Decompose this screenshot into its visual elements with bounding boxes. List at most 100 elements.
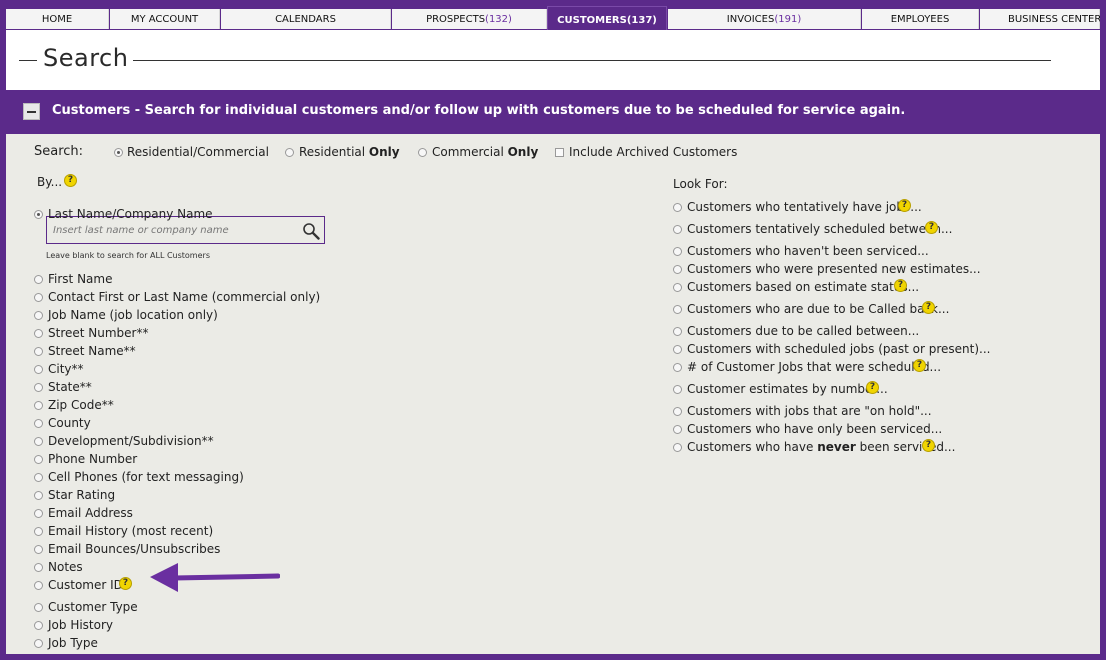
look-for-radio-of-customer-jobs-that-were-scheduled[interactable] [673, 363, 682, 372]
look-for-radio-customers-who-were-presented-new-estimates[interactable] [673, 265, 682, 274]
radio-residential-only-label: Residential Only [299, 145, 400, 159]
look-for-radio-customers-with-jobs-that-are-on-hold[interactable] [673, 407, 682, 416]
by-radio-development-subdivision[interactable] [34, 437, 43, 446]
tab-label: INVOICES [726, 13, 775, 25]
tab-calendars[interactable]: CALENDARS [221, 9, 391, 29]
by-option-label: Email Address [48, 506, 133, 520]
by-radio-phone-number[interactable] [34, 455, 43, 464]
look-for-radio-customer-estimates-by-number[interactable] [673, 385, 682, 394]
by-radio-notes[interactable] [34, 563, 43, 572]
by-radio-first-name[interactable] [34, 275, 43, 284]
radio-commercial-only-label: Commercial Only [432, 145, 539, 159]
look-for-radio-customers-with-scheduled-jobs-past-or-present[interactable] [673, 345, 682, 354]
by-option-label: State** [48, 380, 92, 394]
include-archived-checkbox[interactable] [555, 148, 564, 157]
title-rule-right [133, 60, 1051, 61]
by-option-label: Last Name/Company Name [48, 207, 213, 221]
search-icon[interactable] [302, 222, 320, 240]
by-option-label: Job Name (job location only) [48, 308, 218, 322]
by-radio-customer-type[interactable] [34, 603, 43, 612]
by-option-label: Job History [48, 618, 114, 632]
tab-invoices[interactable]: INVOICES (191) [668, 9, 861, 29]
tab-business-center[interactable]: BUSINESS CENTER [980, 9, 1100, 29]
look-for-radio-customers-based-on-estimate-status[interactable] [673, 283, 682, 292]
by-radio-city[interactable] [34, 365, 43, 374]
look-for-option-label: Customers who have only been serviced... [687, 422, 943, 436]
by-radio-email-history-most-recent[interactable] [34, 527, 43, 536]
look-for-help-icon[interactable]: ? [866, 381, 879, 394]
tab-label: BUSINESS CENTER [1008, 13, 1100, 25]
by-radio-county[interactable] [34, 419, 43, 428]
look-for-option-label: Customers based on estimate status... [687, 280, 920, 294]
by-radio-contact-first-or-last-name-commercial-only[interactable] [34, 293, 43, 302]
radio-residential-commercial[interactable] [114, 148, 123, 157]
by-option-label: Star Rating [48, 488, 116, 502]
tab-my-account[interactable]: MY ACCOUNT [110, 9, 220, 29]
by-radio-job-name-job-location-only[interactable] [34, 311, 43, 320]
tab-prospects[interactable]: PROSPECTS (132) [392, 9, 547, 29]
tab-label: CUSTOMERS [557, 15, 627, 26]
by-option-label: Street Name** [48, 344, 136, 358]
collapse-section-button[interactable] [23, 103, 40, 120]
by-radio-job-history[interactable] [34, 621, 43, 630]
look-for-option-label: Customers tentatively scheduled between.… [687, 222, 953, 236]
look-for-help-icon[interactable]: ? [922, 301, 935, 314]
annotation-arrow-icon [150, 563, 280, 592]
look-for-help-icon[interactable]: ? [898, 199, 911, 212]
look-for-help-icon[interactable]: ? [894, 279, 907, 292]
by-option-label: Job Type [48, 636, 98, 650]
by-radio-email-bounces-unsubscribes[interactable] [34, 545, 43, 554]
customers-section-banner: Customers - Search for individual custom… [6, 90, 1100, 134]
look-for-option-label: Customer estimates by number... [687, 382, 888, 396]
look-for-radio-customers-who-are-due-to-be-called-back[interactable] [673, 305, 682, 314]
by-radio-customer-id[interactable] [34, 581, 43, 590]
look-for-radio-customers-who-have-never-been-serviced[interactable] [673, 443, 682, 452]
look-for-option-label: Customers who were presented new estimat… [687, 262, 981, 276]
tab-label: EMPLOYEES [890, 13, 950, 25]
by-option-label: Street Number** [48, 326, 149, 340]
look-for-help-icon[interactable]: ? [922, 439, 935, 452]
search-header: Search [6, 30, 1100, 90]
by-radio-state[interactable] [34, 383, 43, 392]
by-radio-email-address[interactable] [34, 509, 43, 518]
look-for-option-label: Customers with scheduled jobs (past or p… [687, 342, 991, 356]
look-for-option-label: Customers with jobs that are "on hold"..… [687, 404, 932, 418]
by-radio-zip-code[interactable] [34, 401, 43, 410]
by-radio-last-name-company-name[interactable] [34, 210, 43, 219]
by-radio-street-number[interactable] [34, 329, 43, 338]
look-for-radio-customers-due-to-be-called-between[interactable] [673, 327, 682, 336]
tab-home[interactable]: HOME [6, 9, 109, 29]
tab-label: PROSPECTS [426, 13, 486, 25]
by-option-label: Notes [48, 560, 83, 574]
search-type-label: Search: [34, 144, 84, 159]
by-option-label: Customer ID [48, 578, 123, 592]
by-radio-cell-phones-for-text-messaging[interactable] [34, 473, 43, 482]
look-for-radio-customers-tentatively-scheduled-between[interactable] [673, 225, 682, 234]
look-for-help-icon[interactable]: ? [925, 221, 938, 234]
tab-label: CALENDARS [275, 13, 336, 25]
by-option-label: County [48, 416, 91, 430]
top-nav: HOME MY ACCOUNT CALENDARS PROSPECTS (132)… [6, 6, 1100, 34]
radio-commercial-only[interactable] [418, 148, 427, 157]
customer-id-help-icon[interactable]: ? [119, 577, 132, 590]
by-option-label: Phone Number [48, 452, 138, 466]
look-for-option-label: Customers who haven't been serviced... [687, 244, 929, 258]
look-for-radio-customers-who-tentatively-have-jobs[interactable] [673, 203, 682, 212]
look-for-radio-customers-who-haven-t-been-serviced[interactable] [673, 247, 682, 256]
by-radio-street-name[interactable] [34, 347, 43, 356]
include-archived-label: Include Archived Customers [569, 145, 738, 159]
tab-label: HOME [41, 13, 73, 25]
look-for-help-icon[interactable]: ? [913, 359, 926, 372]
tab-employees[interactable]: EMPLOYEES [862, 9, 979, 29]
by-help-icon[interactable]: ? [64, 174, 77, 187]
radio-residential-only[interactable] [285, 148, 294, 157]
by-radio-job-type[interactable] [34, 639, 43, 648]
page-frame: HOME MY ACCOUNT CALENDARS PROSPECTS (132)… [6, 6, 1100, 654]
look-for-option-label: # of Customer Jobs that were scheduled..… [687, 360, 942, 374]
look-for-radio-customers-who-have-only-been-serviced[interactable] [673, 425, 682, 434]
by-option-label: Cell Phones (for text messaging) [48, 470, 244, 484]
last-name-search-input[interactable] [53, 221, 293, 239]
by-radio-star-rating[interactable] [34, 491, 43, 500]
by-option-label: First Name [48, 272, 113, 286]
tab-label: MY ACCOUNT [130, 13, 199, 25]
